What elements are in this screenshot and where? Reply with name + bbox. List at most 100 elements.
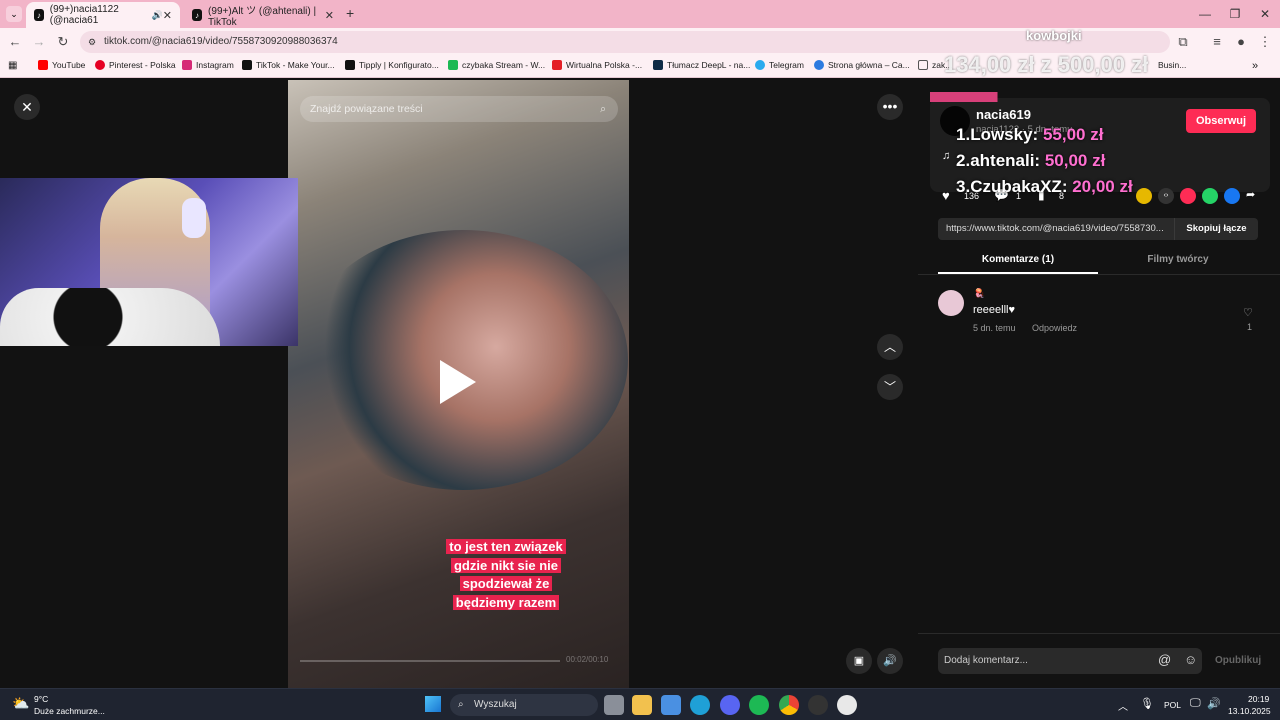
start-icon[interactable] — [425, 696, 441, 712]
tab-creator-videos[interactable]: Filmy twórcy — [1098, 254, 1258, 274]
overlay-brand: kowbojki — [1026, 28, 1082, 43]
forward-icon[interactable]: → — [30, 33, 48, 51]
share-arrow-icon[interactable]: ➦ — [1246, 188, 1262, 204]
music-icon[interactable]: ♫ — [942, 150, 950, 162]
emoji-icon[interactable]: ☺ — [1184, 652, 1197, 667]
discord-icon[interactable] — [720, 695, 740, 715]
bookmark-instagram[interactable]: Instagram — [182, 60, 234, 70]
pip-icon[interactable]: ▣ — [846, 648, 872, 674]
bookmark-wp[interactable]: Wirtualna Polska -... — [552, 60, 642, 70]
close-tab-icon[interactable]: ✕ — [325, 9, 334, 22]
taskbar-search[interactable]: ⌕ Wyszukaj — [450, 694, 598, 716]
bookmark-czybaka[interactable]: czybaka Stream - W... — [448, 60, 545, 70]
headphones-icon — [182, 198, 206, 238]
search-input[interactable]: Znajdź powiązane treści ⌕ — [300, 96, 618, 122]
video-link[interactable]: https://www.tiktok.com/@nacia619/video/7… — [946, 223, 1176, 234]
tiktok-icon: ♪ — [34, 9, 44, 21]
coin-icon[interactable] — [1136, 188, 1152, 204]
tab-nacia[interactable]: ♪ (99+)nacia1122 (@nacia61 🔊 ✕ — [26, 2, 180, 28]
tiktok-viewer: ✕ Znajdź powiązane treści ⌕ to jest ten … — [0, 80, 1280, 688]
comment-divider — [918, 633, 1280, 634]
cat-figure — [0, 288, 220, 346]
chrome-icon[interactable] — [779, 695, 799, 715]
tab-label: (99+)nacia1122 (@nacia61 — [49, 4, 119, 26]
comment-text: reeeelll♥ — [973, 304, 1015, 316]
close-icon[interactable]: ✕ — [14, 94, 40, 120]
tray-chevron-icon[interactable]: ︿ — [1118, 698, 1128, 713]
new-tab-button[interactable]: + — [346, 5, 354, 21]
video-time: 00:02/00:10 — [566, 655, 609, 664]
tab-ahtenali[interactable]: ♪ (99+)Alt ツ (@ahtenali) | TikTok ✕ — [184, 2, 342, 28]
reload-icon[interactable]: ↻ — [54, 33, 72, 51]
search-placeholder: Znajdź powiązane treści — [310, 103, 423, 115]
back-icon[interactable]: ← — [6, 33, 24, 51]
comment-like-icon[interactable]: ♡ — [1243, 306, 1253, 319]
follow-button[interactable]: Obserwuj — [1186, 109, 1256, 133]
overlay-goal: 134,00 zł z 500,00 zł — [944, 52, 1149, 77]
copy-link-button[interactable]: Skopiuj łącze — [1174, 218, 1258, 240]
microphone-icon[interactable]: 🎙 — [1140, 697, 1154, 710]
like-icon[interactable]: ♥ — [942, 188, 950, 203]
bookmark-telegram[interactable]: Telegram — [755, 60, 804, 70]
app-icon[interactable] — [837, 695, 857, 715]
store-icon[interactable] — [661, 695, 681, 715]
close-window-button[interactable]: ✕ — [1250, 4, 1280, 24]
mention-icon[interactable]: @ — [1158, 652, 1171, 667]
network-icon[interactable]: 🖵 — [1190, 697, 1201, 710]
tab-strip: ⌄ ♪ (99+)nacia1122 (@nacia61 🔊 ✕ ♪ (99+)… — [0, 0, 1280, 28]
menu-icon[interactable]: ⋮ — [1256, 33, 1274, 51]
bookmark-youtube[interactable]: YouTube — [38, 60, 85, 70]
bookmark-tipply[interactable]: Tipply | Konfigurato... — [345, 60, 439, 70]
language-indicator[interactable]: POL — [1164, 700, 1181, 710]
tabs-divider — [918, 274, 1280, 275]
volume-icon[interactable]: 🔊 — [877, 648, 903, 674]
profile-icon[interactable]: ● — [1232, 33, 1250, 51]
video-player[interactable]: Znajdź powiązane treści ⌕ to jest ten zw… — [288, 80, 629, 688]
reply-link[interactable]: Odpowiedz — [1032, 323, 1077, 333]
comment-avatar[interactable] — [938, 290, 964, 316]
weather-temp: 9°C — [34, 694, 49, 704]
taskbar-search-label: Wyszukaj — [474, 699, 517, 710]
send-icon[interactable] — [1180, 188, 1196, 204]
tab-comments[interactable]: Komentarze (1) — [938, 254, 1098, 274]
task-view-icon[interactable] — [604, 695, 624, 715]
share-icons: ‹› ➦ — [1136, 188, 1262, 204]
previous-video-icon[interactable]: ︿ — [877, 334, 903, 360]
media-icon[interactable]: ≡ — [1208, 33, 1226, 51]
next-video-icon[interactable]: ﹀ — [877, 374, 903, 400]
extensions-icon[interactable]: ⧉ — [1174, 33, 1192, 51]
play-icon[interactable] — [440, 360, 476, 404]
bookmark-pinterest[interactable]: Pinterest - Polska — [95, 60, 176, 70]
progress-bar[interactable] — [300, 660, 560, 662]
more-options-icon[interactable]: ••• — [877, 94, 903, 120]
file-explorer-icon[interactable] — [632, 695, 652, 715]
obs-icon[interactable] — [808, 695, 828, 715]
add-comment-input[interactable]: Dodaj komentarz... @ ☺ — [938, 648, 1202, 674]
restore-button[interactable]: ❐ — [1220, 4, 1250, 24]
address-bar[interactable]: ⚙ tiktok.com/@nacia619/video/75587309209… — [80, 31, 1170, 53]
search-icon[interactable]: ⌕ — [600, 96, 606, 122]
weather-icon[interactable]: ⛅ — [12, 695, 29, 712]
apps-icon[interactable]: ▦ — [8, 60, 17, 71]
volume-tray-icon[interactable]: 🔊 — [1207, 697, 1221, 710]
spotify-icon[interactable] — [749, 695, 769, 715]
close-tab-icon[interactable]: ✕ — [163, 9, 172, 22]
creator-username[interactable]: nacia619 — [976, 107, 1031, 122]
clock-date[interactable]: 13.10.2025 — [1228, 706, 1271, 716]
facebook-icon[interactable] — [1224, 188, 1240, 204]
tab-menu-button[interactable]: ⌄ — [6, 6, 22, 22]
publish-button[interactable]: Opublikuj — [1215, 655, 1261, 666]
edge-icon[interactable] — [690, 695, 710, 715]
site-info-icon[interactable]: ⚙ — [88, 31, 96, 53]
more-bookmarks-icon[interactable]: » — [1252, 60, 1258, 72]
minimize-button[interactable]: — — [1190, 4, 1220, 24]
bookmark-canva[interactable]: Strona główna – Ca... — [814, 60, 910, 70]
clock-time[interactable]: 20:19 — [1248, 694, 1269, 704]
bookmark-business[interactable]: Busin... — [1158, 60, 1186, 70]
comment-author-badge: 🪼 — [974, 288, 986, 298]
embed-icon[interactable]: ‹› — [1158, 188, 1174, 204]
bookmark-deepl[interactable]: Tłumacz DeepL - na... — [653, 60, 750, 70]
windows-taskbar: ⛅ 9°C Duże zachmurze... ⌕ Wyszukaj ︿ 🎙 P… — [0, 688, 1280, 720]
whatsapp-icon[interactable] — [1202, 188, 1218, 204]
bookmark-tiktok[interactable]: TikTok - Make Your... — [242, 60, 335, 70]
